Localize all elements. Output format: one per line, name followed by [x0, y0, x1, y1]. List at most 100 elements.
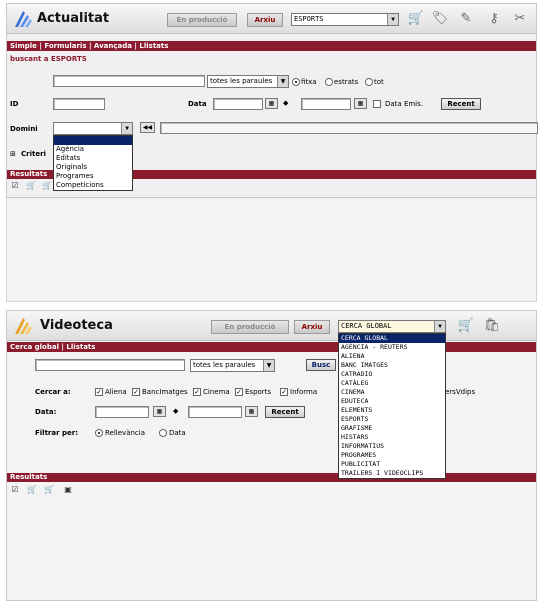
check-icon[interactable]: ☑	[10, 181, 20, 191]
words-select[interactable]: totes les paraules ▼	[190, 359, 275, 372]
calendar-icon[interactable]: ▦	[245, 406, 258, 417]
domain-label: Domini	[10, 125, 38, 133]
search-heading: buscant a ESPORTS	[10, 55, 87, 63]
date-emis-checkbox[interactable]	[373, 100, 381, 108]
search-in-label: Cercar a:	[35, 388, 71, 396]
chevron-down-icon[interactable]: ▼	[434, 321, 445, 332]
collection-option[interactable]: PUBLICITAT	[339, 460, 445, 469]
search-input[interactable]	[53, 75, 205, 87]
domain-option[interactable]: Agència	[54, 145, 132, 154]
cart-icon[interactable]: 🛒	[407, 10, 425, 28]
domain-option[interactable]: Originals	[54, 163, 132, 172]
collection-option[interactable]: CINEMA	[339, 388, 445, 397]
collection-option[interactable]: TRAILERS I VIDEOCLIPS	[339, 469, 445, 478]
cart-icon[interactable]: 🛒	[457, 317, 475, 335]
collection-dropdown-list[interactable]: CERCA GLOBAL AGÈNCIA - REUTERS ALIENA BA…	[338, 333, 446, 479]
date-label: Data:	[35, 408, 57, 416]
radio-data[interactable]	[159, 429, 167, 437]
collection-option[interactable]: HISTARS	[339, 433, 445, 442]
domain-selected-box	[160, 122, 538, 134]
production-button[interactable]: En producció	[211, 320, 289, 334]
collection-option[interactable]: ELEMENTS	[339, 406, 445, 415]
production-button[interactable]: En producció	[167, 13, 237, 27]
source-label-esports: Esports	[245, 388, 272, 396]
collection-option[interactable]: PROGRAMES	[339, 451, 445, 460]
key-icon[interactable]: ⚷	[485, 10, 503, 28]
chevron-down-icon[interactable]: ▼	[263, 360, 274, 371]
radio-fitxa-label: fitxa	[301, 78, 317, 86]
app-title: Actualitat	[37, 11, 110, 26]
collection-select-value: CERCA GLOBAL	[341, 322, 392, 330]
domain-option[interactable]: Programes	[54, 172, 132, 181]
domain-option[interactable]	[54, 136, 132, 145]
date-range-separator: ◆	[283, 99, 289, 107]
source-checkbox-esports[interactable]: ✓	[235, 388, 243, 396]
nav-tabs[interactable]: Simple | Formularis | Avançada | Llistat…	[7, 41, 536, 51]
domain-select[interactable]: ▼	[53, 122, 133, 135]
search-button[interactable]: Busc	[306, 359, 336, 371]
print-icon[interactable]: ▣	[63, 485, 73, 495]
date-to-input[interactable]	[188, 406, 242, 418]
collection-option[interactable]: EDUTECA	[339, 397, 445, 406]
cart-add-icon[interactable]: 🛍	[483, 317, 501, 335]
calendar-icon[interactable]: ▦	[354, 98, 367, 109]
source-checkbox-cinema[interactable]: ✓	[193, 388, 201, 396]
radio-rellevancia-label: Rellevància	[105, 429, 146, 437]
id-input[interactable]	[53, 98, 105, 110]
expand-icon[interactable]: ⊞	[10, 150, 16, 158]
recent-button[interactable]: Recent	[441, 98, 481, 110]
chevron-down-icon[interactable]: ▼	[387, 14, 398, 25]
date-from-input[interactable]	[213, 98, 263, 110]
cart-icon[interactable]: 🛒	[44, 485, 54, 495]
tag-icon[interactable]: 🏷	[431, 10, 449, 28]
double-left-arrow-icon[interactable]: ◀◀	[140, 122, 155, 133]
date-to-input[interactable]	[301, 98, 351, 110]
collection-select[interactable]: CERCA GLOBAL ▼	[338, 320, 446, 333]
search-input[interactable]	[35, 359, 185, 371]
actualitat-window: Actualitat En producció Arxiu ESPORTS ▼ …	[6, 3, 538, 198]
chevron-down-icon[interactable]: ▼	[121, 123, 132, 134]
domain-option[interactable]: Editats	[54, 154, 132, 163]
collection-option[interactable]: ESPORTS	[339, 415, 445, 424]
source-checkbox-aliena[interactable]: ✓	[95, 388, 103, 396]
collection-option[interactable]: AGÈNCIA - REUTERS	[339, 343, 445, 352]
collection-option[interactable]: CATRADIO	[339, 370, 445, 379]
date-from-input[interactable]	[95, 406, 149, 418]
radio-tot[interactable]	[365, 78, 373, 86]
collection-option[interactable]: CERCA GLOBAL	[339, 334, 445, 343]
words-select[interactable]: totes les paraules ▼	[207, 75, 289, 88]
collection-option[interactable]: ALIENA	[339, 352, 445, 361]
collection-select[interactable]: ESPORTS ▼	[291, 13, 399, 26]
recent-button[interactable]: Recent	[265, 406, 305, 418]
collection-option[interactable]: CATÀLEG	[339, 379, 445, 388]
collection-option[interactable]: BANC IMATGES	[339, 361, 445, 370]
cart-add-icon[interactable]: 🛒	[26, 181, 36, 191]
archive-button[interactable]: Arxiu	[247, 13, 283, 27]
date-range-separator: ◆	[173, 407, 179, 415]
radio-estrats[interactable]	[325, 78, 333, 86]
calendar-icon[interactable]: ▦	[265, 98, 278, 109]
collection-option[interactable]: GRAFISME	[339, 424, 445, 433]
calendar-icon[interactable]: ▦	[153, 406, 166, 417]
cart-add-icon[interactable]: 🛒	[27, 485, 37, 495]
radio-fitxa[interactable]	[292, 78, 300, 86]
cart-icon[interactable]: 🛒	[42, 181, 52, 191]
results-area	[6, 198, 537, 302]
source-checkbox-bancimatges[interactable]: ✓	[132, 388, 140, 396]
actualitat-toolbar: Actualitat En producció Arxiu ESPORTS ▼ …	[7, 4, 536, 34]
radio-tot-label: tot	[374, 78, 384, 86]
nav-tabs[interactable]: Cerca global | Llistats	[7, 342, 536, 352]
date-emis-label: Data Emis.	[385, 100, 423, 108]
collection-option[interactable]: INFORMATIUS	[339, 442, 445, 451]
domain-dropdown-list[interactable]: Agència Editats Originals Programes Comp…	[53, 135, 133, 191]
chevron-down-icon[interactable]: ▼	[277, 76, 288, 87]
edit-icon[interactable]: ✎	[457, 10, 475, 28]
source-checkbox-informatius[interactable]: ✓	[280, 388, 288, 396]
domain-option[interactable]: Competicions	[54, 181, 132, 190]
app-logo-icon	[15, 11, 32, 27]
tools-icon[interactable]: ✂	[511, 10, 529, 28]
radio-rellevancia[interactable]	[95, 429, 103, 437]
source-label-aliena: Aliena	[105, 388, 127, 396]
check-icon[interactable]: ☑	[10, 485, 20, 495]
archive-button[interactable]: Arxiu	[294, 320, 330, 334]
